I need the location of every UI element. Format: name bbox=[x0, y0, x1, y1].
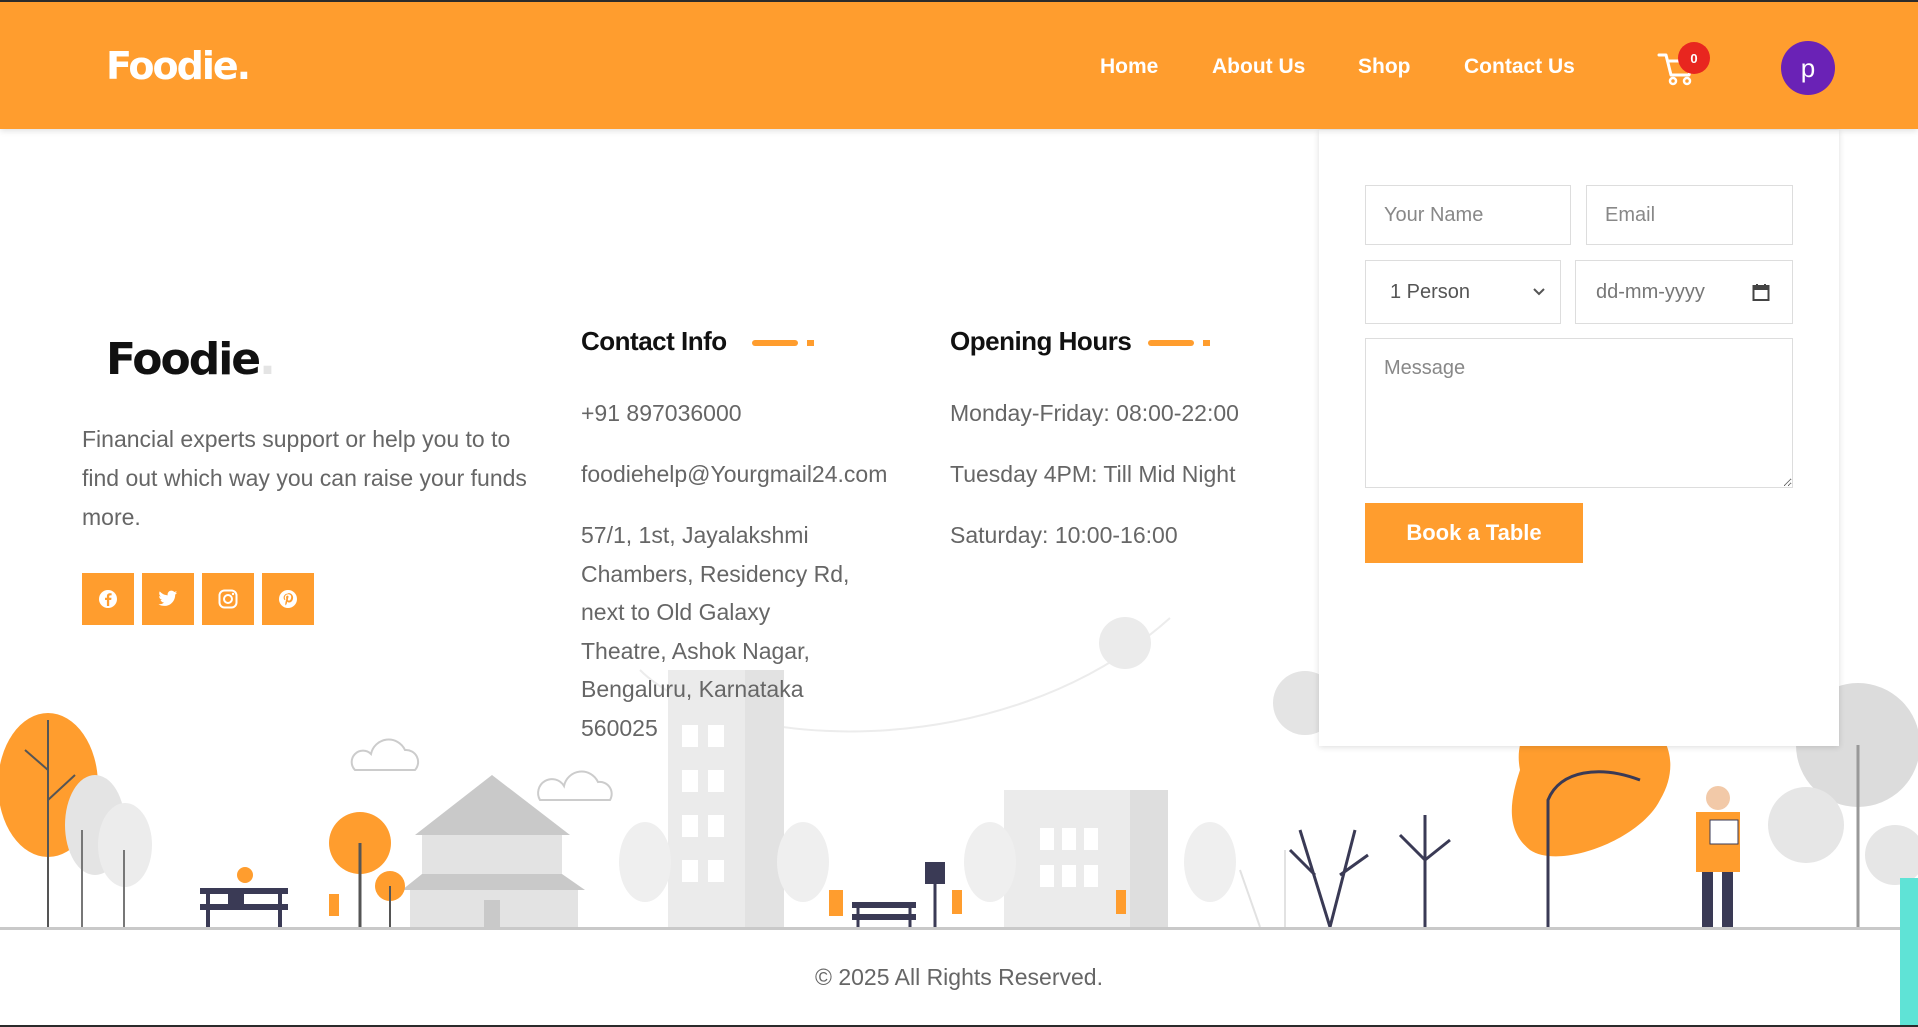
nav-home[interactable]: Home bbox=[1100, 55, 1158, 79]
date-input[interactable]: dd-mm-yyyy bbox=[1575, 260, 1793, 324]
book-table-button[interactable]: Book a Table bbox=[1365, 503, 1583, 563]
pinterest-icon bbox=[279, 590, 297, 608]
name-input[interactable] bbox=[1365, 185, 1571, 245]
twitter-button[interactable] bbox=[142, 573, 194, 625]
contact-email[interactable]: foodiehelp@Yourgmail24.com bbox=[581, 455, 887, 494]
user-avatar[interactable]: p bbox=[1781, 41, 1835, 95]
contact-phone[interactable]: +91 897036000 bbox=[581, 394, 742, 433]
nav-about-us[interactable]: About Us bbox=[1212, 55, 1305, 79]
social-links bbox=[82, 573, 314, 625]
instagram-button[interactable] bbox=[202, 573, 254, 625]
contact-address-line-3: next to Old Galaxy bbox=[581, 599, 771, 625]
facebook-button[interactable] bbox=[82, 573, 134, 625]
instagram-icon bbox=[218, 589, 238, 609]
contact-address-line-5: Bengaluru, Karnataka bbox=[581, 676, 804, 702]
contact-address-line-2: Chambers, Residency Rd, bbox=[581, 560, 850, 587]
opening-hours-title: Opening Hours bbox=[950, 326, 1132, 356]
book-table-card: Book a Table 1 Person dd-mm-yyyy Book a … bbox=[1319, 130, 1839, 746]
twitter-icon bbox=[158, 590, 178, 606]
cart-count-badge: 0 bbox=[1678, 42, 1710, 74]
persons-select-value: 1 Person bbox=[1390, 280, 1471, 303]
hours-line-saturday: Saturday: 10:00-16:00 bbox=[950, 522, 1178, 548]
facebook-icon bbox=[99, 590, 117, 608]
footer-brand-logo: Foodie. bbox=[106, 334, 276, 385]
footer-divider bbox=[0, 927, 1918, 930]
copyright-text: © 2025 All Rights Reserved. bbox=[815, 964, 1103, 990]
hours-line-weekdays: Monday-Friday: 08:00-22:00 bbox=[950, 400, 1239, 426]
side-accent-strip bbox=[1900, 878, 1918, 1027]
email-input[interactable] bbox=[1586, 185, 1793, 245]
hours-line-tuesday: Tuesday 4PM: Till Mid Night bbox=[950, 461, 1236, 487]
footer-brand-text: Foodie bbox=[106, 334, 261, 385]
brand-logo[interactable]: Foodie. bbox=[106, 44, 251, 88]
about-text: Financial experts support or help you to… bbox=[82, 426, 527, 530]
contact-address-line-6: 560025 bbox=[581, 714, 658, 741]
nav-contact-us[interactable]: Contact Us bbox=[1464, 55, 1575, 79]
calendar-icon[interactable] bbox=[1752, 283, 1770, 302]
contact-info-title: Contact Info bbox=[581, 326, 727, 356]
contact-address-line-1: 57/1, 1st, Jayalakshmi bbox=[581, 522, 809, 548]
persons-select[interactable]: 1 Person bbox=[1365, 260, 1561, 324]
navbar: Foodie. Home About Us Shop Contact Us 0 … bbox=[0, 0, 1918, 129]
footer-brand-dot: . bbox=[259, 334, 276, 385]
message-textarea[interactable] bbox=[1365, 338, 1793, 488]
chevron-down-icon bbox=[1533, 288, 1545, 296]
nav-shop[interactable]: Shop bbox=[1358, 55, 1411, 79]
date-input-placeholder: dd-mm-yyyy bbox=[1596, 280, 1705, 303]
contact-address-line-4: Theatre, Ashok Nagar, bbox=[581, 637, 810, 664]
pinterest-button[interactable] bbox=[262, 573, 314, 625]
